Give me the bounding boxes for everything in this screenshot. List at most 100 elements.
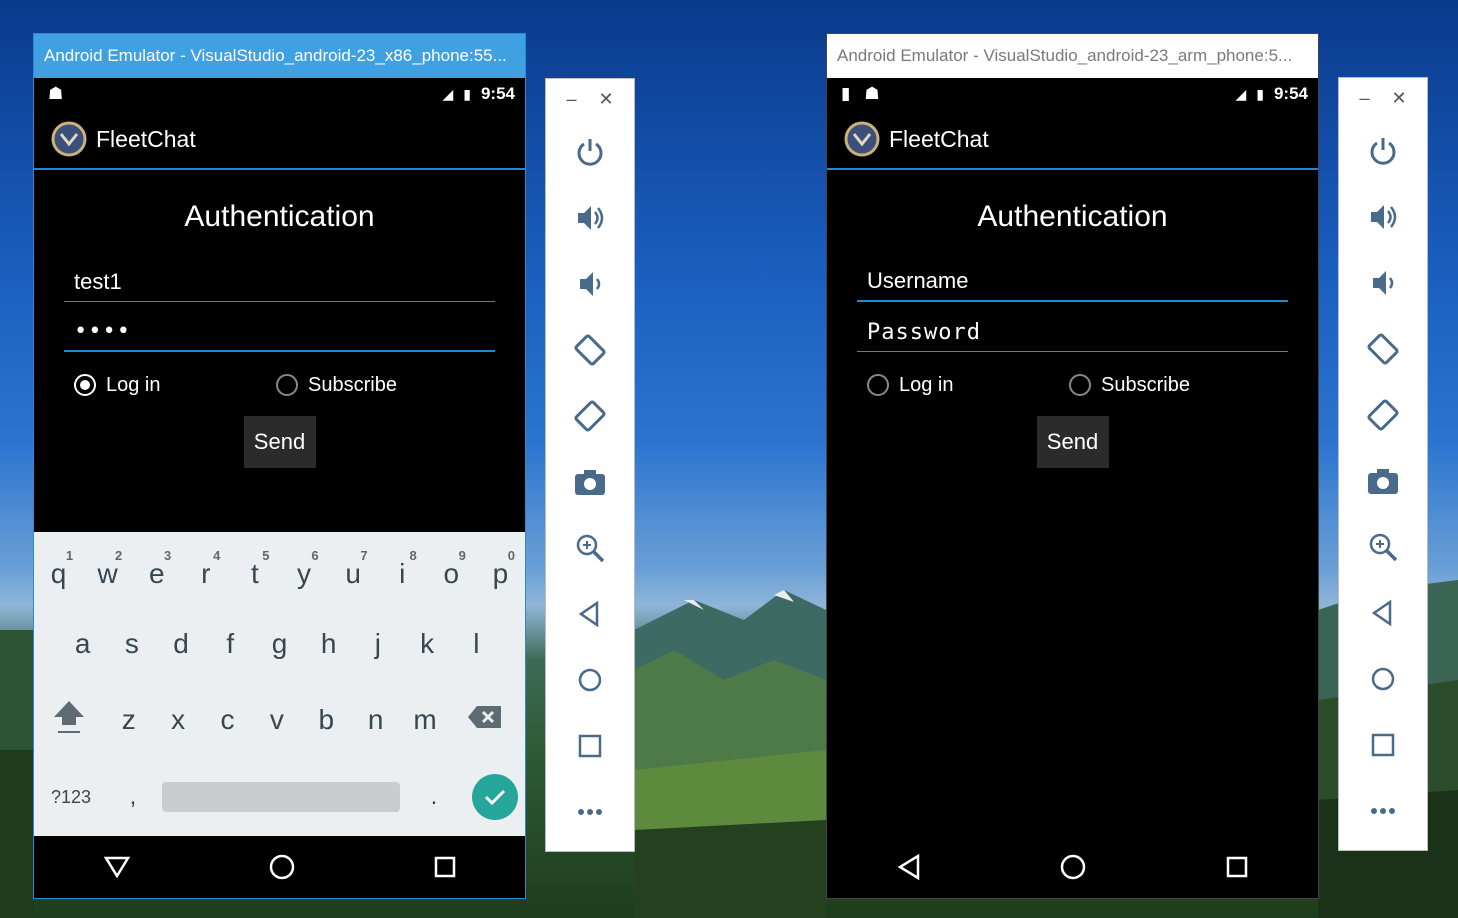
app-title: FleetChat [96,125,196,152]
backspace-key[interactable] [450,704,520,737]
zoom-button[interactable] [1358,514,1408,580]
rotate-right-button[interactable] [1358,382,1408,448]
android-nav-bar [34,836,525,898]
power-button[interactable] [565,119,615,185]
key-hint: 4 [213,548,221,563]
key-hint: 8 [409,548,417,563]
key-l[interactable]: l [452,608,501,682]
password-field[interactable]: Password [857,302,1288,352]
radio-login[interactable]: Log in [867,374,1069,397]
overview-button[interactable] [1358,712,1408,778]
keyboard-row-1: 1q2w3e4r5t6y7u8i9o0p [34,532,525,608]
done-key[interactable] [472,774,518,820]
status-time: 9:54 [480,84,515,103]
key-n[interactable]: n [351,704,400,736]
zoom-button[interactable] [565,515,615,581]
power-icon [1370,138,1396,165]
key-v[interactable]: v [252,704,301,736]
key-h[interactable]: h [304,608,353,682]
rotate-left-button[interactable] [1358,316,1408,382]
key-k[interactable]: k [403,608,452,682]
username-field[interactable]: test1 [64,252,495,302]
key-i[interactable]: 8i [378,542,427,608]
key-u[interactable]: 7u [329,542,378,608]
key-s[interactable]: s [107,608,156,682]
home-button[interactable] [1358,646,1408,712]
shift-key[interactable] [34,697,104,744]
key-w[interactable]: 2w [83,542,132,608]
key-letter: u [345,558,361,589]
more-icon [578,809,602,815]
key-f[interactable]: f [206,608,255,682]
radio-login[interactable]: Log in [74,374,276,397]
volume-up-button[interactable] [1358,184,1408,250]
fleet-logo-icon [51,121,87,157]
more-button[interactable] [565,779,615,845]
window-title-bar[interactable]: Android Emulator - VisualStudio_android-… [827,34,1318,78]
recents-nav-icon[interactable] [1225,855,1249,879]
back-nav-icon[interactable] [896,853,922,881]
key-m[interactable]: m [400,704,449,736]
home-nav-icon[interactable] [268,853,296,881]
key-g[interactable]: g [255,608,304,682]
home-button[interactable] [565,647,615,713]
back-button[interactable] [1358,580,1408,646]
status-bar: ▮ ☗ ◢ ▮ 9:54 [827,78,1318,110]
key-x[interactable]: x [153,704,202,736]
key-b[interactable]: b [302,704,351,736]
back-button[interactable] [565,581,615,647]
comma-key[interactable]: , [108,783,158,811]
key-o[interactable]: 9o [427,542,476,608]
home-nav-icon[interactable] [1059,853,1087,881]
toolbar-window-controls: – ✕ [546,79,634,119]
key-letter: i [399,558,406,589]
emulator-toolbar-right: – ✕ [1338,77,1428,851]
space-key[interactable] [162,782,400,812]
volume-down-button[interactable] [565,251,615,317]
key-a[interactable]: a [58,608,107,682]
radio-subscribe[interactable]: Subscribe [1069,374,1271,397]
volume-down-button[interactable] [1358,250,1408,316]
radio-subscribe[interactable]: Subscribe [276,374,478,397]
key-p[interactable]: 0p [476,542,525,608]
send-button[interactable]: Send [243,416,316,468]
key-j[interactable]: j [353,608,402,682]
recents-nav-icon[interactable] [433,855,457,879]
overview-icon [1371,733,1395,757]
emulator-toolbar-left: – ✕ [545,78,635,852]
key-d[interactable]: d [156,608,205,682]
key-y[interactable]: 6y [279,542,328,608]
close-icon[interactable]: ✕ [1391,88,1406,109]
radio-unchecked-icon [867,374,889,396]
close-icon[interactable]: ✕ [598,89,613,110]
app-title: FleetChat [889,125,989,152]
key-e[interactable]: 3e [132,542,181,608]
rotate-left-button[interactable] [565,317,615,383]
more-button[interactable] [1358,778,1408,844]
key-z[interactable]: z [104,704,153,736]
screenshot-button[interactable] [1358,448,1408,514]
rotate-right-button[interactable] [565,383,615,449]
key-r[interactable]: 4r [181,542,230,608]
power-button[interactable] [1358,118,1408,184]
symbols-key[interactable]: ?123 [34,787,108,808]
volume-up-button[interactable] [565,185,615,251]
minimize-icon[interactable]: – [566,89,576,110]
volume-down-icon [580,272,601,296]
period-key[interactable]: . [404,783,464,811]
screenshot-button[interactable] [565,449,615,515]
username-field[interactable]: Username [857,252,1288,302]
key-q[interactable]: 1q [34,542,83,608]
status-time: 9:54 [1273,84,1308,103]
password-field[interactable]: •••• [64,302,495,352]
key-t[interactable]: 5t [230,542,279,608]
back-icon [578,600,599,628]
key-letter: t [251,558,259,589]
window-title-bar[interactable]: Android Emulator - VisualStudio_android-… [34,34,525,78]
status-bar: ☗ ◢ ▮ 9:54 [34,78,525,110]
key-c[interactable]: c [203,704,252,736]
send-button[interactable]: Send [1036,416,1109,468]
back-nav-icon[interactable] [103,855,131,879]
minimize-icon[interactable]: – [1359,88,1369,109]
overview-button[interactable] [565,713,615,779]
